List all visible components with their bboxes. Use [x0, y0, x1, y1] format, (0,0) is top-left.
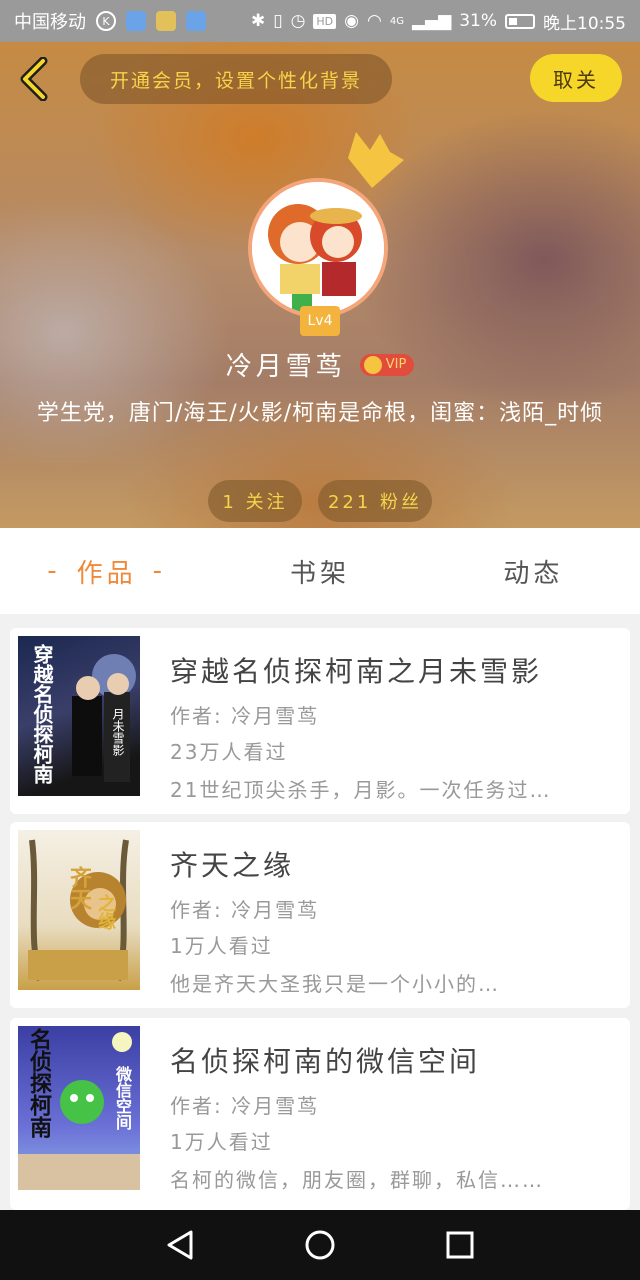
book-title[interactable]: 名侦探柯南的微信空间 [170, 1040, 480, 1080]
cover-subtitle: 微信空间 [113, 1066, 132, 1130]
eye-icon: ◉ [344, 11, 359, 31]
book-card[interactable]: 齐天 之缘 齐天之缘 作者: 冷月雪茑 1万人看过 他是齐天大圣我只是一个小小的… [10, 822, 630, 1008]
avatar[interactable] [248, 178, 392, 322]
tab-dash-left: - [47, 556, 61, 586]
cover-art [28, 839, 129, 981]
member-banner[interactable]: 开通会员，设置个性化背景 [80, 54, 392, 104]
book-cover[interactable]: 名侦探柯南 微信空间 [18, 1026, 140, 1190]
tab-works-label: 作品 [76, 558, 137, 589]
book-cover[interactable]: 穿越名侦探柯南 月未雪影 [18, 636, 140, 796]
clock: 晚上10:55 [543, 13, 626, 34]
level-badge: Lv4 [300, 306, 340, 336]
book-author: 作者: 冷月雪茑 [170, 898, 320, 922]
vip-crown-icon [363, 355, 382, 374]
book-cover[interactable]: 齐天 之缘 [18, 830, 140, 990]
book-card[interactable]: 穿越名侦探柯南 月未雪影 穿越名侦探柯南之月未雪影 作者: 冷月雪茑 23万人看… [10, 628, 630, 814]
book-description: 他是齐天大圣我只是一个小小的… [170, 972, 500, 996]
circle-home-icon[interactable] [304, 1229, 336, 1261]
book-title[interactable]: 穿越名侦探柯南之月未雪影 [170, 650, 542, 690]
gallery-app-icon [186, 11, 206, 31]
book-description: 名柯的微信，朋友圈，群聊，私信…… [170, 1168, 544, 1192]
book-views: 1万人看过 [170, 1130, 273, 1154]
book-description: 21世纪顶尖杀手，月影。一次任务过… [170, 778, 552, 802]
tab-dash-right: - [152, 556, 167, 586]
tab-bookshelf-label: 书架 [289, 558, 350, 589]
book-views: 1万人看过 [170, 934, 273, 958]
hd-icon: HD [313, 13, 337, 29]
system-nav-bar [0, 1210, 640, 1280]
bluetooth-icon: ✱ [250, 11, 266, 31]
cover-subtitle: 月未雪影 [111, 708, 125, 756]
unfollow-button[interactable]: 取关 [530, 54, 622, 102]
book-author: 作者: 冷月雪茑 [170, 704, 320, 728]
book-card[interactable]: 名侦探柯南 微信空间 名侦探柯南的微信空间 作者: 冷月雪茑 1万人看过 名柯的… [10, 1018, 630, 1210]
chevron-left-icon [20, 57, 48, 101]
k-app-icon: K [96, 11, 116, 31]
battery-percent: 31% [459, 11, 497, 31]
signal-icon: ▂▄▆ [411, 11, 452, 31]
username-row: 冷月雪茑 VIP [0, 346, 640, 383]
book-views: 23万人看过 [170, 740, 288, 764]
cover-title: 名侦探柯南 [26, 1028, 51, 1138]
bulb-app-icon [156, 11, 176, 31]
square-recent-icon[interactable] [445, 1230, 475, 1260]
following-button[interactable]: 1 关注 [208, 480, 302, 522]
network-type: 4G [389, 15, 404, 27]
bio: 学生党，唐门/海王/火影/柯南是命根，闺蜜：浅陌_时倾 [36, 401, 604, 426]
cover-subtitle: 之缘 [95, 894, 116, 930]
tab-works[interactable]: - 作品 - [0, 528, 213, 614]
profile-header: 开通会员，设置个性化背景 取关 Lv4 冷月雪茑 VIP 学生党，唐门/海王/火… [0, 42, 640, 528]
wifi-icon: ◠ [367, 11, 382, 31]
status-bar: 中国移动 K ✱ ▯ ◷ HD ◉ ◠ 4G ▂▄▆ 31% 晚上10:55 [0, 0, 640, 42]
vibrate-icon: ▯ [273, 11, 283, 31]
alarm-icon: ◷ [290, 11, 306, 31]
vip-badge[interactable]: VIP [359, 353, 415, 376]
cover-title: 齐天 [66, 866, 91, 910]
tab-bar: - 作品 - 书架 动态 [0, 528, 640, 614]
vip-label: VIP [385, 357, 407, 372]
username: 冷月雪茑 [225, 352, 346, 382]
fans-button[interactable]: 221 粉丝 [318, 480, 432, 522]
tab-activity-label: 动态 [503, 558, 564, 589]
book-title[interactable]: 齐天之缘 [170, 844, 294, 884]
back-button[interactable] [14, 56, 54, 102]
triangle-back-icon[interactable] [165, 1229, 195, 1261]
tab-bookshelf[interactable]: 书架 [213, 528, 426, 614]
tab-activity[interactable]: 动态 [427, 528, 640, 614]
avatar-image [252, 182, 384, 314]
cover-title: 穿越名侦探柯南 [30, 644, 54, 784]
carrier-label: 中国移动 [14, 12, 86, 33]
shield-app-icon [126, 11, 146, 31]
book-author: 作者: 冷月雪茑 [170, 1094, 320, 1118]
battery-icon [505, 13, 535, 29]
